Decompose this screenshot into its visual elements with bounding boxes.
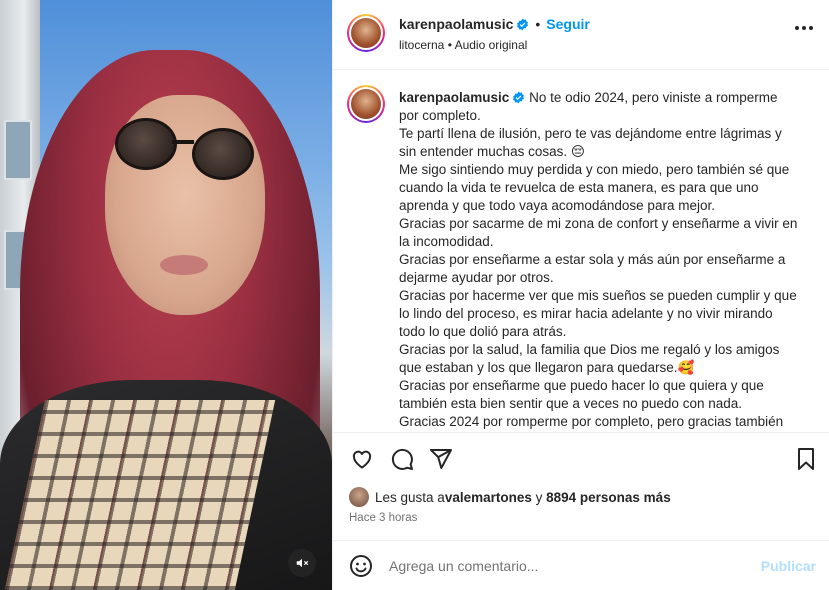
caption-line: Gracias por enseñarme a estar sola y más… bbox=[399, 252, 790, 285]
post-timestamp[interactable]: Hace 3 horas bbox=[349, 512, 417, 524]
likes-middle: y bbox=[531, 489, 547, 505]
author-avatar[interactable] bbox=[347, 14, 385, 52]
sunglasses-right-lens bbox=[192, 128, 254, 180]
mute-button[interactable] bbox=[288, 549, 316, 577]
caption-line: Gracias 2024 por romperme por completo, … bbox=[399, 414, 784, 429]
comment-bar: Publicar bbox=[333, 540, 829, 590]
comment-icon[interactable] bbox=[390, 447, 414, 471]
caption-line: Gracias por sacarme de mi zona de confor… bbox=[399, 216, 802, 249]
building-window bbox=[4, 120, 32, 180]
subtitle-user[interactable]: litocerna bbox=[399, 38, 444, 52]
author-username[interactable]: karenpaolamusic bbox=[399, 16, 513, 32]
follow-button[interactable]: Seguir bbox=[546, 16, 590, 32]
more-icon bbox=[795, 26, 799, 30]
bookmark-icon[interactable] bbox=[795, 447, 817, 471]
comment-input[interactable] bbox=[389, 555, 749, 577]
post-media[interactable] bbox=[0, 0, 332, 590]
verified-icon bbox=[513, 91, 525, 104]
likes-count[interactable]: 8894 personas más bbox=[546, 490, 671, 505]
verified-icon bbox=[517, 18, 529, 30]
liker-avatar bbox=[349, 487, 369, 507]
caption-line: Gracias por la salud, la familia que Dio… bbox=[399, 342, 784, 375]
caption-author-avatar[interactable] bbox=[347, 85, 385, 123]
audio-label[interactable]: Audio original bbox=[455, 38, 528, 52]
lips bbox=[160, 255, 208, 275]
action-bar bbox=[333, 432, 829, 484]
caption-line: Te partí llena de ilusión, pero te vas d… bbox=[399, 126, 786, 159]
caption-area[interactable]: karenpaolamusic No te odio 2024, pero vi… bbox=[333, 71, 829, 431]
heart-icon[interactable] bbox=[349, 447, 375, 471]
sunglasses-bridge bbox=[172, 140, 194, 144]
separator-dot: • bbox=[535, 16, 541, 32]
post-panel: karenpaolamusic • Seguir litocerna • Aud… bbox=[332, 0, 829, 590]
caption-author-username[interactable]: karenpaolamusic bbox=[399, 90, 509, 105]
caption-line: Gracias por hacerme ver que mis sueños s… bbox=[399, 288, 801, 339]
mute-icon bbox=[296, 558, 309, 568]
post-header: karenpaolamusic • Seguir litocerna • Aud… bbox=[333, 0, 829, 70]
header-line: karenpaolamusic • Seguir bbox=[399, 16, 590, 32]
liker-username[interactable]: valemartones bbox=[445, 490, 532, 505]
publish-button[interactable]: Publicar bbox=[761, 558, 816, 574]
plaid-scarf bbox=[4, 400, 276, 590]
emoji-icon[interactable] bbox=[349, 554, 373, 578]
likes-prefix: Les gusta a bbox=[375, 489, 445, 505]
caption-text: karenpaolamusic No te odio 2024, pero vi… bbox=[399, 89, 799, 431]
share-icon[interactable] bbox=[429, 447, 453, 471]
header-subtitle: litocerna • Audio original bbox=[399, 38, 527, 52]
caption-line: Me sigo sintiendo muy perdida y con mied… bbox=[399, 162, 793, 213]
caption-line: Gracias por enseñarme que puedo hacer lo… bbox=[399, 378, 768, 411]
separator-dot: • bbox=[447, 38, 452, 52]
sunglasses-left-lens bbox=[115, 118, 177, 170]
likes-summary[interactable]: Les gusta a valemartones y 8894 personas… bbox=[349, 487, 671, 507]
more-options-button[interactable] bbox=[795, 26, 813, 30]
